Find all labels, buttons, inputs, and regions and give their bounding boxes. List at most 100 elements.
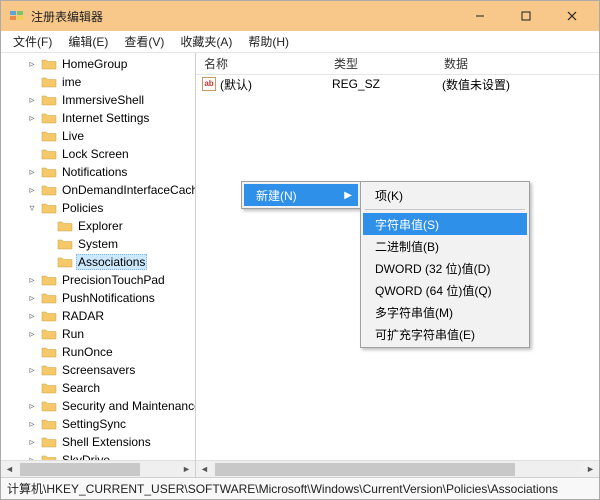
tree-node[interactable]: ▹Shell Extensions [1, 433, 196, 451]
tree-node-label: Lock Screen [60, 147, 131, 161]
window-title: 注册表编辑器 [31, 8, 457, 25]
list-row[interactable]: ab (默认) REG_SZ (数值未设置) [196, 75, 599, 93]
context-new-qword[interactable]: QWORD (64 位)值(Q) [363, 279, 527, 301]
tree-view[interactable]: ▹HomeGroupime▹ImmersiveShell▹Internet Se… [1, 53, 196, 477]
tree-node[interactable]: ▹ Notifications [1, 163, 196, 181]
expand-toggle-icon[interactable]: ▹ [25, 185, 39, 196]
context-new-multistring[interactable]: 多字符串值(M) [363, 301, 527, 323]
context-new-string[interactable]: 字符串值(S) [363, 213, 527, 235]
expand-toggle-icon[interactable]: ▹ [25, 311, 39, 322]
tree-node-label: Notifications [60, 165, 129, 179]
tree-node[interactable]: Search [1, 379, 196, 397]
folder-icon [41, 417, 57, 431]
tree-node[interactable]: ▹PushNotifications [1, 289, 196, 307]
context-new[interactable]: 新建(N) ▶ [244, 184, 358, 206]
tree-node[interactable]: RunOnce [1, 343, 196, 361]
minimize-button[interactable] [457, 1, 503, 31]
value-type: REG_SZ [326, 77, 436, 91]
scroll-left-button[interactable]: ◄ [1, 461, 18, 478]
menu-edit[interactable]: 编辑(E) [60, 31, 116, 52]
scroll-right-button[interactable]: ► [582, 461, 599, 478]
tree-node-label: PrecisionTouchPad [60, 273, 167, 287]
column-data[interactable]: 数据 [436, 55, 477, 72]
expand-toggle-icon[interactable]: ▹ [25, 59, 39, 70]
tree-node[interactable]: ▹Run [1, 325, 196, 343]
tree-node[interactable]: Live [1, 127, 196, 145]
tree-node[interactable]: ime [1, 73, 196, 91]
tree-node-label: Associations [76, 254, 147, 270]
tree-node[interactable]: Associations [1, 253, 196, 271]
scroll-left-button[interactable]: ◄ [196, 461, 213, 478]
menu-help[interactable]: 帮助(H) [240, 31, 297, 52]
column-name[interactable]: 名称 [196, 55, 326, 72]
tree-node[interactable]: ▹HomeGroup [1, 55, 196, 73]
folder-icon [41, 309, 57, 323]
context-new-key[interactable]: 项(K) [363, 184, 527, 206]
menu-view[interactable]: 查看(V) [116, 31, 172, 52]
tree-node-label: Screensavers [60, 363, 137, 377]
tree-node[interactable]: ▹ Internet Settings [1, 109, 196, 127]
list-scrollbar[interactable] [213, 461, 582, 478]
context-new-binary[interactable]: 二进制值(B) [363, 235, 527, 257]
tree-node[interactable]: ▿ Policies [1, 199, 196, 217]
expand-toggle-icon[interactable]: ▹ [25, 293, 39, 304]
expand-toggle-icon[interactable]: ▿ [25, 203, 39, 214]
tree-node[interactable]: System [1, 235, 196, 253]
folder-icon [41, 93, 57, 107]
folder-icon [41, 327, 57, 341]
tree-node[interactable]: ▹ PrecisionTouchPad [1, 271, 196, 289]
folder-icon [41, 363, 57, 377]
title-bar: 注册表编辑器 [1, 1, 599, 31]
expand-toggle-icon[interactable]: ▹ [25, 95, 39, 106]
tree-scrollbar[interactable] [18, 461, 178, 478]
folder-icon [41, 165, 57, 179]
tree-node[interactable]: ▹ SettingSync [1, 415, 196, 433]
scroll-right-button[interactable]: ► [178, 461, 195, 478]
expand-toggle-icon[interactable]: ▹ [25, 275, 39, 286]
folder-icon [41, 291, 57, 305]
app-icon [9, 8, 25, 24]
folder-icon [41, 399, 57, 413]
expand-toggle-icon[interactable]: ▹ [25, 329, 39, 340]
main-area: ▹HomeGroupime▹ImmersiveShell▹Internet Se… [1, 53, 599, 477]
tree-node[interactable]: ▹RADAR [1, 307, 196, 325]
tree-node-label: SettingSync [60, 417, 128, 431]
maximize-button[interactable] [503, 1, 549, 31]
tree-node[interactable]: Explorer [1, 217, 196, 235]
folder-icon [41, 75, 57, 89]
expand-toggle-icon[interactable]: ▹ [25, 401, 39, 412]
close-button[interactable] [549, 1, 595, 31]
tree-node-label: Internet Settings [60, 111, 151, 125]
expand-toggle-icon[interactable]: ▹ [25, 113, 39, 124]
tree-node[interactable]: Lock Screen [1, 145, 196, 163]
folder-icon [41, 381, 57, 395]
tree-node-label: Search [60, 381, 102, 395]
value-data: (数值未设置) [436, 76, 516, 93]
context-new-expandstring[interactable]: 可扩充字符串值(E) [363, 323, 527, 345]
folder-icon [41, 183, 57, 197]
context-new-dword[interactable]: DWORD (32 位)值(D) [363, 257, 527, 279]
expand-toggle-icon[interactable]: ▹ [25, 167, 39, 178]
tree-node[interactable]: ▹ Security and Maintenance [1, 397, 196, 415]
expand-toggle-icon[interactable]: ▹ [25, 419, 39, 430]
expand-toggle-icon[interactable]: ▹ [25, 437, 39, 448]
context-submenu-new: 项(K) 字符串值(S) 二进制值(B) DWORD (32 位)值(D) QW… [360, 181, 530, 348]
folder-icon [57, 219, 73, 233]
folder-icon [41, 273, 57, 287]
status-path: 计算机\HKEY_CURRENT_USER\SOFTWARE\Microsoft… [7, 480, 558, 497]
tree-node[interactable]: ▹ImmersiveShell [1, 91, 196, 109]
tree-node[interactable]: ▹ OnDemandInterfaceCache [1, 181, 196, 199]
menu-favorites[interactable]: 收藏夹(A) [172, 31, 240, 52]
tree-node[interactable]: ▹ Screensavers [1, 361, 196, 379]
tree-node-label: OnDemandInterfaceCache [60, 183, 196, 197]
folder-icon [41, 147, 57, 161]
status-bar: 计算机\HKEY_CURRENT_USER\SOFTWARE\Microsoft… [1, 477, 599, 499]
folder-icon [57, 237, 73, 251]
menu-file[interactable]: 文件(F) [5, 31, 60, 52]
folder-icon [41, 201, 57, 215]
tree-node-label: Security and Maintenance [60, 399, 196, 413]
column-type[interactable]: 类型 [326, 55, 436, 72]
tree-node-label: System [76, 237, 120, 251]
tree-node-label: Policies [60, 201, 105, 215]
expand-toggle-icon[interactable]: ▹ [25, 365, 39, 376]
